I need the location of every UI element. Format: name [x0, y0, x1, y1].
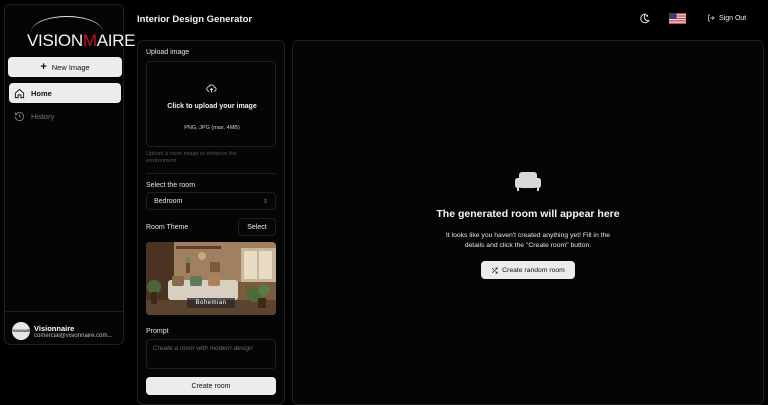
sidebar-item-home[interactable]: Home [9, 83, 121, 103]
sign-out-icon [708, 14, 715, 22]
moon-sun-icon[interactable] [638, 12, 651, 25]
upload-formats: PNG, JPG (max. 4MB) [184, 125, 240, 131]
sign-out-label: Sign Out [719, 14, 747, 22]
logo-arc [31, 16, 103, 32]
create-random-room-label: Create random room [502, 266, 565, 274]
upload-label: Upload image [146, 49, 190, 56]
empty-state-description: It looks like you haven't created anythi… [445, 232, 611, 249]
new-image-button[interactable]: + New Image [8, 57, 122, 77]
prompt-label: Prompt [146, 328, 169, 335]
theme-name-badge: Bohemian [187, 298, 235, 308]
user-email: comercial@visionnaire.com... [34, 332, 113, 339]
sign-out-button[interactable]: Sign Out [707, 14, 746, 22]
room-label: Select the room [146, 182, 196, 189]
create-random-room-button[interactable]: Create random room [481, 261, 575, 279]
sofa-icon [515, 172, 541, 191]
page-title: Interior Design Generator [137, 14, 253, 25]
chevron-updown-icon: ⇕ [262, 198, 268, 205]
form-panel: Upload image Click to upload your image … [137, 40, 285, 405]
sidebar-item-label: Home [31, 88, 52, 98]
theme-label: Room Theme [146, 224, 189, 231]
user-profile[interactable]: VISIONNAIRE Visionnaire comercial@vision… [11, 318, 122, 344]
visionnaire-logo[interactable]: VISIONMAIRE [27, 16, 136, 50]
room-select[interactable]: Bedroom ⇕ [146, 192, 276, 210]
us-flag-icon[interactable] [669, 13, 686, 24]
room-select-value: Bedroom [154, 197, 183, 205]
theme-preview-image[interactable]: Bohemian [146, 242, 276, 315]
form-divider [146, 173, 276, 174]
upload-cloud-icon [206, 84, 217, 93]
sidebar-item-history[interactable]: History [9, 106, 121, 126]
prompt-textarea[interactable]: Create a room with modern design [146, 339, 276, 369]
user-info: Visionnaire comercial@visionnaire.com... [34, 324, 112, 339]
history-icon [14, 111, 25, 121]
result-panel: The generated room will appear here It l… [292, 40, 764, 405]
theme-select-button[interactable]: Select [238, 218, 276, 236]
user-name: Visionnaire [34, 323, 75, 333]
upload-title: Click to upload your image [167, 103, 257, 110]
sidebar: VISIONMAIRE + New Image Home History VIS… [4, 4, 136, 345]
sidebar-item-label: History [31, 111, 55, 121]
create-room-button[interactable]: Create room [146, 377, 276, 395]
avatar: VISIONNAIRE [11, 322, 31, 340]
upload-dropzone[interactable]: Click to upload your image PNG, JPG (max… [146, 61, 276, 147]
sidebar-divider [5, 311, 123, 312]
upload-hint: Upload a room image to enhance the envir… [146, 151, 237, 164]
empty-state-title: The generated room will appear here [436, 208, 620, 220]
new-image-label: New Image [51, 62, 90, 72]
shuffle-icon [492, 267, 498, 273]
logo-text: VISIONMAIRE [27, 31, 136, 50]
plus-icon: + [40, 60, 47, 73]
home-icon [14, 88, 25, 98]
